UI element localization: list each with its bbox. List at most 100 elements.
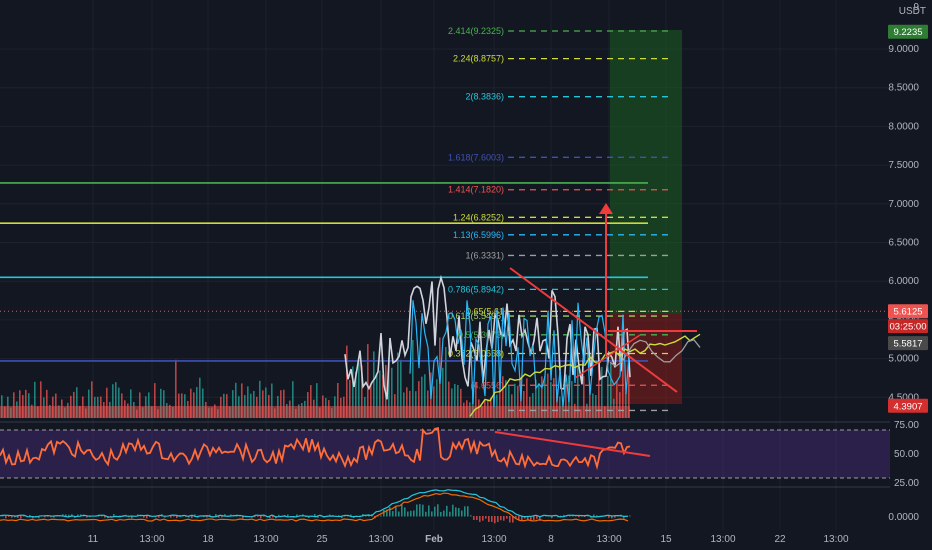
macd-histogram-bar	[398, 511, 400, 517]
fib-level-label: 1.13(6.5996)	[453, 230, 504, 240]
trading-chart[interactable]: 2.414(9.2325) 2.24(8.8757) 2(8.3836) 1.618(…	[0, 0, 932, 550]
macd-histogram-bar	[260, 516, 262, 519]
macd-histogram-bar	[533, 516, 535, 521]
time-tick-label: 22	[774, 534, 786, 545]
currency-label: USDT	[898, 6, 926, 17]
macd-tick-label: 0.0000	[888, 512, 919, 523]
macd-histogram-bar	[494, 516, 496, 524]
macd-histogram-bar	[389, 507, 391, 517]
price-tick-label: 6.5000	[888, 238, 919, 249]
time-tick-label: 13:00	[481, 534, 506, 545]
macd-histogram-bar	[452, 504, 454, 517]
time-tick-label: 15	[660, 534, 672, 545]
target-zone	[610, 30, 682, 314]
time-tick-label: 13:00	[253, 534, 278, 545]
macd-histogram-bar	[500, 516, 502, 521]
macd-histogram-bar	[380, 515, 382, 517]
macd-histogram-bar	[392, 511, 394, 517]
macd-histogram-bar	[449, 511, 451, 517]
macd-histogram-bar	[5, 516, 7, 519]
price-tag-text: 5.6125	[893, 307, 922, 318]
time-tick-label: 13:00	[823, 534, 848, 545]
macd-histogram-bar	[488, 516, 490, 522]
macd-histogram-bar	[440, 511, 442, 517]
time-tick-label: 13:00	[139, 534, 164, 545]
macd-histogram-bar	[191, 516, 193, 519]
macd-histogram-bar	[263, 516, 265, 517]
rsi-tick-label: 50.00	[894, 449, 919, 460]
macd-histogram-bar	[461, 510, 463, 517]
macd-histogram-bar	[479, 516, 481, 522]
time-tick-label: 13:00	[368, 534, 393, 545]
macd-histogram-bar	[503, 516, 505, 521]
macd-histogram-bar	[425, 511, 427, 517]
macd-histogram-bar	[428, 505, 430, 517]
fib-level-label: 1.24(6.8252)	[453, 212, 504, 222]
fib-level-label: 2.24(8.8757)	[453, 54, 504, 64]
fib-level-label: 0.786(5.8942)	[448, 284, 504, 294]
macd-histogram-bar	[431, 511, 433, 517]
macd-histogram-bar	[476, 516, 478, 520]
macd-histogram-bar	[395, 506, 397, 517]
macd-histogram-bar	[470, 515, 472, 517]
macd-histogram-bar	[437, 504, 439, 517]
macd-histogram-bar	[536, 516, 538, 519]
macd-histogram-bar	[458, 508, 460, 517]
time-tick-label: 13:00	[596, 534, 621, 545]
price-tick-label: 8.0000	[888, 121, 919, 132]
macd-histogram-bar	[170, 516, 172, 518]
macd-histogram-bar	[176, 516, 178, 519]
fib-level-label: 1.414(7.1820)	[448, 185, 504, 195]
macd-histogram-bar	[578, 516, 580, 518]
fib-level-label: 1(6.3331)	[465, 250, 504, 260]
macd-histogram-bar	[485, 516, 487, 519]
macd-histogram-bar	[404, 507, 406, 517]
price-tick-label: 7.0000	[888, 199, 919, 210]
rsi-tick-label: 75.00	[894, 420, 919, 431]
price-tick-label: 8.5000	[888, 83, 919, 94]
time-tick-label: 25	[316, 534, 328, 545]
price-tag-text: 5.5817	[893, 339, 922, 350]
macd-histogram-bar	[446, 505, 448, 517]
macd-histogram-bar	[491, 516, 493, 522]
macd-histogram-bar	[419, 504, 421, 517]
macd-histogram-bar	[464, 506, 466, 517]
macd-histogram-bar	[8, 516, 10, 517]
time-tick-label: Feb	[425, 534, 443, 545]
macd-histogram-bar	[416, 504, 418, 517]
price-tick-label: 5.0000	[888, 354, 919, 365]
macd-histogram-bar	[146, 516, 148, 519]
macd-histogram-bar	[467, 506, 469, 517]
time-tick-label: 18	[202, 534, 214, 545]
macd-histogram-bar	[473, 516, 475, 521]
price-tick-label: 7.5000	[888, 160, 919, 171]
macd-histogram-bar	[257, 516, 259, 517]
macd-histogram-bar	[506, 516, 508, 519]
macd-histogram-bar	[443, 510, 445, 517]
macd-histogram-bar	[593, 514, 595, 517]
macd-histogram-bar	[608, 516, 610, 518]
price-tick-label: 9.0000	[888, 44, 919, 55]
macd-histogram-bar	[434, 506, 436, 517]
macd-histogram-bar	[410, 510, 412, 517]
fib-level-label: 1.618(7.6003)	[448, 152, 504, 162]
macd-histogram-bar	[629, 515, 631, 517]
macd-histogram-bar	[407, 511, 409, 517]
macd-histogram-bar	[413, 510, 415, 517]
macd-histogram-bar	[20, 516, 22, 519]
price-tag-text: 03:25:00	[890, 322, 927, 333]
macd-histogram-bar	[497, 516, 499, 522]
rsi-tick-label: 25.00	[894, 478, 919, 489]
price-tick-label: 6.0000	[888, 276, 919, 287]
fib-level-label: 2.414(9.2325)	[448, 26, 504, 36]
volume-base	[0, 406, 630, 418]
time-tick-label: 11	[88, 534, 99, 545]
macd-histogram-bar	[173, 516, 175, 517]
price-tag-text: 4.3907	[893, 401, 922, 412]
macd-histogram-bar	[401, 504, 403, 517]
macd-histogram-bar	[509, 516, 511, 523]
macd-histogram-bar	[482, 516, 484, 521]
price-tag-text: 9.2235	[893, 27, 922, 38]
time-tick-label: 13:00	[710, 534, 735, 545]
rsi-band	[0, 430, 890, 478]
